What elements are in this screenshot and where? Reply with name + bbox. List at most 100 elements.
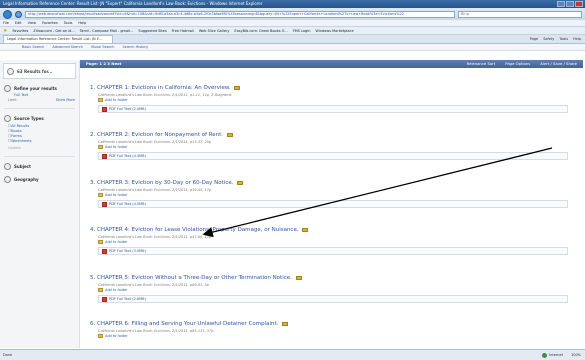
- folder-icon: [98, 288, 103, 292]
- toolbar-help[interactable]: Help: [573, 37, 581, 41]
- result-title-row: 3. CHAPTER 3: Eviction by 30-Day or 60-D…: [90, 180, 570, 186]
- add-to-folder[interactable]: Add to folder: [98, 288, 570, 292]
- add-to-folder-label[interactable]: Add to folder: [105, 98, 128, 102]
- favorites-label[interactable]: Favorites: [12, 29, 28, 33]
- alert-save-share-menu[interactable]: Alert / Save / Share: [540, 60, 577, 68]
- maximize-button[interactable]: [566, 1, 574, 7]
- geography-header[interactable]: Geography: [4, 176, 75, 183]
- book-icon: [234, 85, 241, 90]
- pdf-icon: [102, 248, 107, 254]
- list-item: 4. CHAPTER 4: Eviction for Lease Violati…: [90, 227, 570, 255]
- update-button[interactable]: Update: [8, 146, 75, 150]
- source-types-list: All Results Books Forms Worksheets: [8, 124, 75, 144]
- favorite-link[interactable]: Suggested Sites: [138, 29, 166, 33]
- result-title-link[interactable]: CHAPTER 3: Eviction by 30-Day or 60-Day …: [97, 180, 234, 186]
- collapse-icon[interactable]: [7, 67, 14, 75]
- toolbar-page[interactable]: Page: [530, 37, 538, 41]
- result-title-link[interactable]: CHAPTER 6: Filling and Serving Your Unla…: [97, 321, 278, 327]
- search-input[interactable]: Bing: [458, 10, 582, 18]
- menu-view[interactable]: View: [28, 21, 36, 25]
- geography-title: Geography: [14, 177, 39, 182]
- menu-file[interactable]: File: [3, 21, 9, 25]
- result-title-row: 6. CHAPTER 6: Filling and Serving Your U…: [90, 321, 570, 327]
- menu-tools[interactable]: Tools: [64, 21, 73, 25]
- add-to-folder-label[interactable]: Add to folder: [105, 334, 128, 338]
- toolbar-tools[interactable]: Tools: [559, 37, 568, 41]
- add-to-folder[interactable]: Add to folder: [98, 145, 570, 149]
- command-bar: Page Safety Tools Help: [530, 37, 585, 41]
- security-zone: Internet: [542, 350, 563, 360]
- relevance-sort-menu[interactable]: Relevance Sort: [467, 60, 496, 68]
- address-bar[interactable]: http://web.ebscohost.com/ehost/resultsad…: [25, 10, 455, 18]
- browser-tab[interactable]: Legal Information Reference Center: Resu…: [3, 35, 113, 43]
- pdf-icon: [102, 106, 107, 112]
- add-to-folder-label[interactable]: Add to folder: [105, 193, 128, 197]
- add-to-folder-label[interactable]: Add to folder: [105, 288, 128, 292]
- basic-search-link[interactable]: Basic Search: [22, 45, 44, 49]
- menu-edit[interactable]: Edit: [15, 21, 22, 25]
- favorites-bar: ★ Favorites Zillow.com - Get an id... Ta…: [0, 27, 585, 35]
- refine-header[interactable]: Refine your results: [4, 85, 75, 92]
- add-to-folder-label[interactable]: Add to folder: [105, 240, 128, 244]
- add-to-folder[interactable]: Add to folder: [98, 240, 570, 244]
- pdf-full-text-link[interactable]: PDF Full Text (4.0MB): [109, 202, 146, 206]
- favorite-link[interactable]: Zillow.com - Get an id...: [33, 29, 74, 33]
- result-title-row: 4. CHAPTER 4: Eviction for Lease Violati…: [90, 227, 570, 233]
- result-number: 1.: [90, 85, 96, 91]
- subject-header[interactable]: Subject: [4, 163, 75, 170]
- pdf-full-text-link[interactable]: PDF Full Text (3.5MB): [109, 249, 146, 253]
- globe-icon: [542, 352, 548, 358]
- result-citation: California Landlord's Law Book: Eviction…: [98, 235, 212, 239]
- search-history-link[interactable]: Search History: [122, 45, 148, 49]
- add-to-folder[interactable]: Add to folder: [98, 193, 570, 197]
- add-to-folder[interactable]: Add to folder: [98, 98, 570, 102]
- subject-section: Subject: [0, 157, 79, 170]
- favorite-link[interactable]: FMS Login: [293, 29, 311, 33]
- menu-favorites[interactable]: Favorites: [42, 21, 58, 25]
- add-to-folder-label[interactable]: Add to folder: [105, 145, 128, 149]
- visual-search-link[interactable]: Visual Search: [91, 45, 115, 49]
- favorite-link[interactable]: Tamil - Compose Mail - gmail...: [80, 29, 134, 33]
- add-to-folder[interactable]: Add to folder: [98, 334, 570, 338]
- result-citation: California Landlord's Law Book: Eviction…: [98, 93, 232, 97]
- book-icon: [237, 180, 244, 185]
- results-toolbar: Page: 1 2 3 Next Relevance Sort Page Opt…: [80, 60, 583, 68]
- pdf-full-text-link[interactable]: PDF Full Text (2.0MB): [109, 107, 146, 111]
- full-text-box: PDF Full Text (4.0MB): [98, 200, 568, 208]
- collapse-icon: [4, 85, 11, 92]
- result-title-link[interactable]: CHAPTER 1: Evictions in California: An O…: [97, 85, 231, 91]
- address-row: http://web.ebscohost.com/ehost/resultsad…: [0, 8, 585, 20]
- back-button[interactable]: [3, 9, 12, 19]
- result-title-link[interactable]: CHAPTER 4: Eviction for Lease Violations…: [97, 227, 299, 233]
- show-more-link[interactable]: Show More: [56, 98, 75, 102]
- favorite-link[interactable]: Windows Marketplace: [315, 29, 353, 33]
- advanced-search-link[interactable]: Advanced Search: [52, 45, 82, 49]
- folder-icon: [98, 98, 103, 102]
- favorite-link[interactable]: Free Hotmail: [172, 29, 194, 33]
- pagination[interactable]: Page: 1 2 3 Next: [86, 60, 121, 68]
- minimize-button[interactable]: [557, 1, 565, 7]
- result-title-link[interactable]: CHAPTER 2: Eviction for Nonpayment of Re…: [97, 132, 223, 138]
- favorite-link[interactable]: EasyBib.com: Great Books O...: [234, 29, 287, 33]
- favorite-link[interactable]: Web Slice Gallery: [199, 29, 230, 33]
- menu-bar: File Edit View Favorites Tools Help: [0, 20, 585, 27]
- result-number: 6.: [90, 321, 96, 327]
- source-type-option[interactable]: Worksheets: [8, 139, 75, 144]
- result-title-link[interactable]: CHAPTER 5: Eviction Without a Three-Day …: [97, 275, 292, 281]
- forward-button[interactable]: [15, 10, 22, 18]
- fulltext-checkbox[interactable]: Full Text: [14, 93, 75, 97]
- list-item: 3. CHAPTER 3: Eviction by 30-Day or 60-D…: [90, 180, 570, 208]
- pdf-full-text-link[interactable]: PDF Full Text (4.4MB): [109, 154, 146, 158]
- folder-icon: [98, 334, 103, 338]
- zoom-level[interactable]: 100%: [571, 350, 581, 360]
- pdf-full-text-link[interactable]: PDF Full Text (2.8MB): [109, 297, 146, 301]
- toolbar-safety[interactable]: Safety: [543, 37, 554, 41]
- window-title: Legal Information Reference Center: Resu…: [3, 1, 263, 6]
- status-text: Done: [3, 353, 13, 357]
- page-options-menu[interactable]: Page Options: [505, 60, 530, 68]
- menu-help[interactable]: Help: [78, 21, 86, 25]
- full-text-box: PDF Full Text (3.5MB): [98, 247, 568, 255]
- source-types-header[interactable]: Source Types: [4, 115, 75, 122]
- close-button[interactable]: [575, 1, 583, 7]
- tab-row: Legal Information Reference Center: Resu…: [0, 35, 585, 44]
